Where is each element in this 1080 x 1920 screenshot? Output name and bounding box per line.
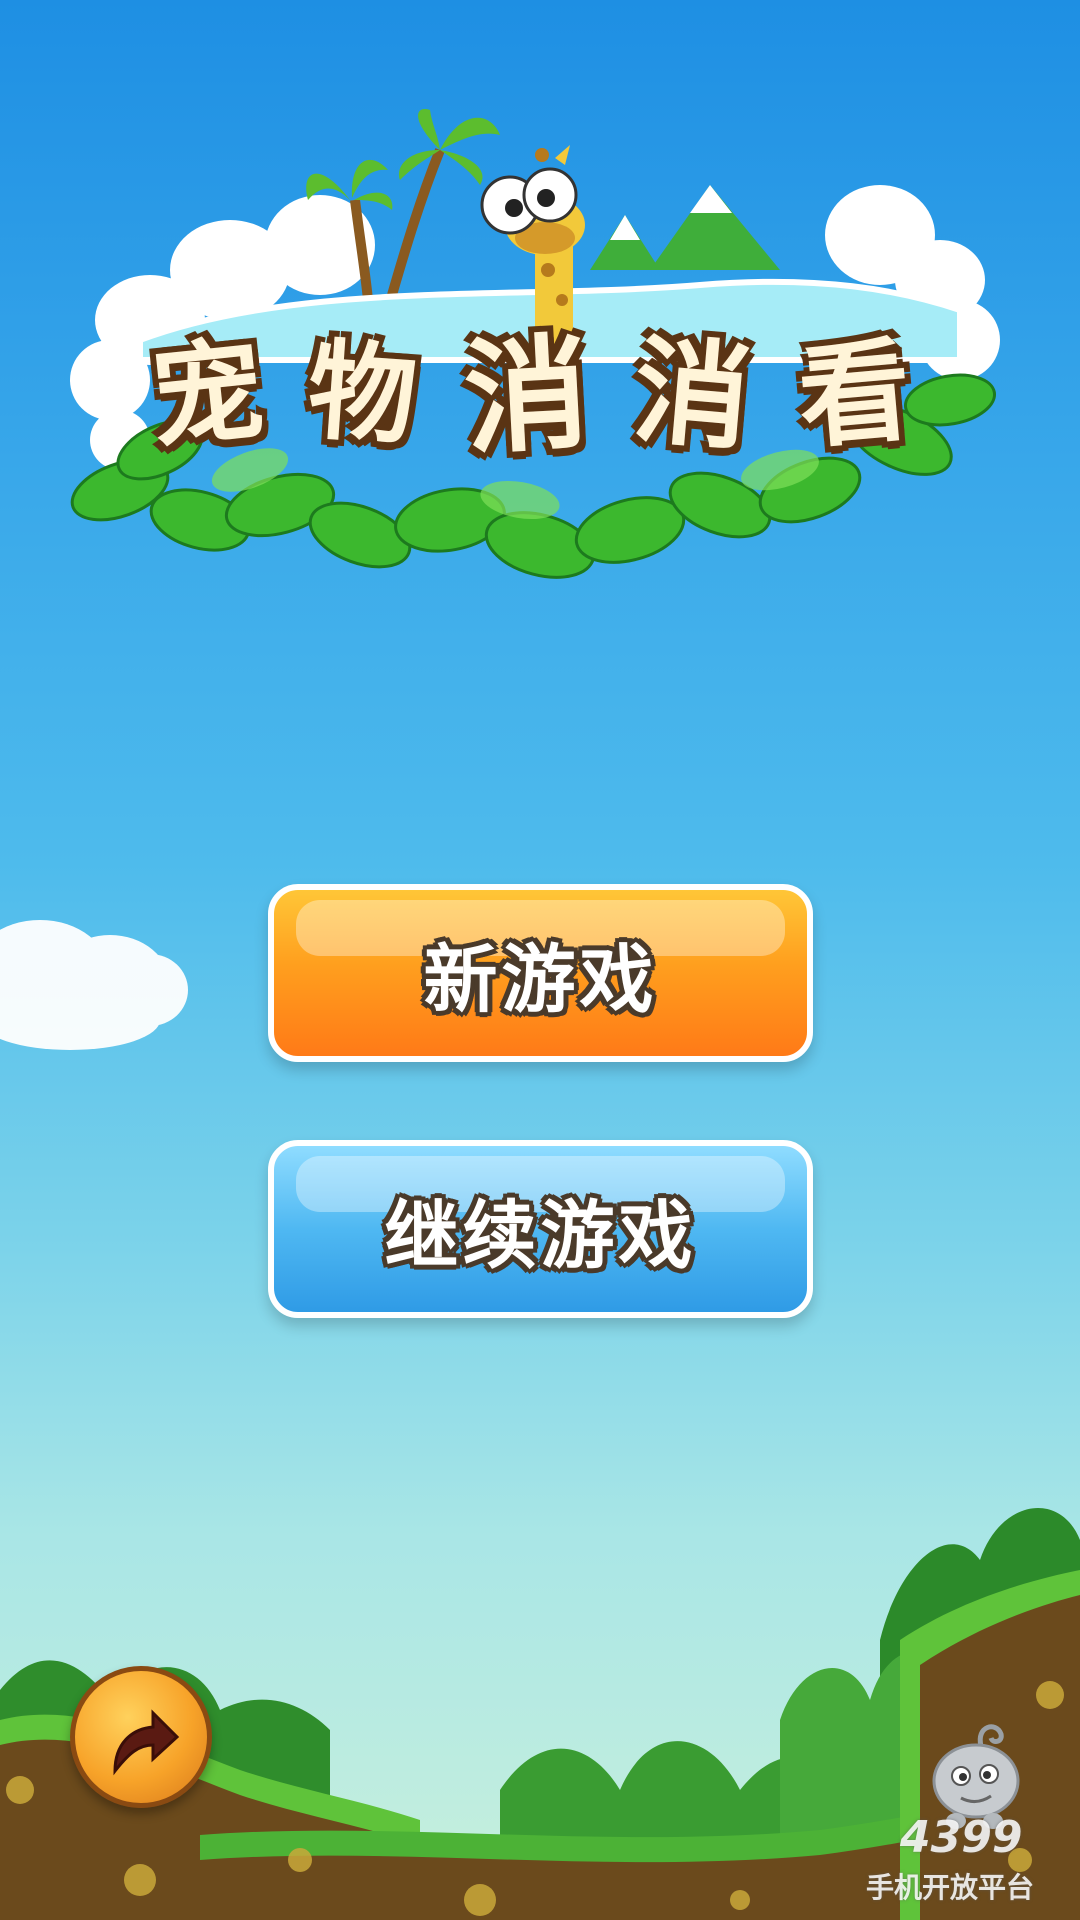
new-game-button[interactable]: 新游戏 bbox=[268, 884, 813, 1062]
watermark: 4399 手机开放平台 bbox=[866, 1716, 1066, 1906]
watermark-number: 4399 bbox=[900, 1812, 1023, 1863]
new-game-label: 新游戏 bbox=[423, 936, 658, 1023]
title-char-4: 消 bbox=[628, 323, 756, 468]
share-arrow-icon bbox=[113, 1709, 180, 1776]
title-char-1: 宠 bbox=[144, 324, 270, 466]
title-char-3: 消 bbox=[460, 321, 593, 473]
title-char-2: 物 bbox=[304, 328, 421, 461]
continue-game-label: 继续游戏 bbox=[384, 1192, 697, 1279]
watermark-subtitle: 手机开放平台 bbox=[866, 1871, 1035, 1904]
mountains bbox=[590, 185, 780, 270]
share-button[interactable] bbox=[70, 1666, 212, 1808]
continue-game-button[interactable]: 继续游戏 bbox=[268, 1140, 813, 1318]
title-char-5: 看 bbox=[793, 325, 917, 465]
left-cloud bbox=[0, 920, 188, 1050]
game-title: 宠 物 消 消 看 bbox=[145, 300, 917, 472]
